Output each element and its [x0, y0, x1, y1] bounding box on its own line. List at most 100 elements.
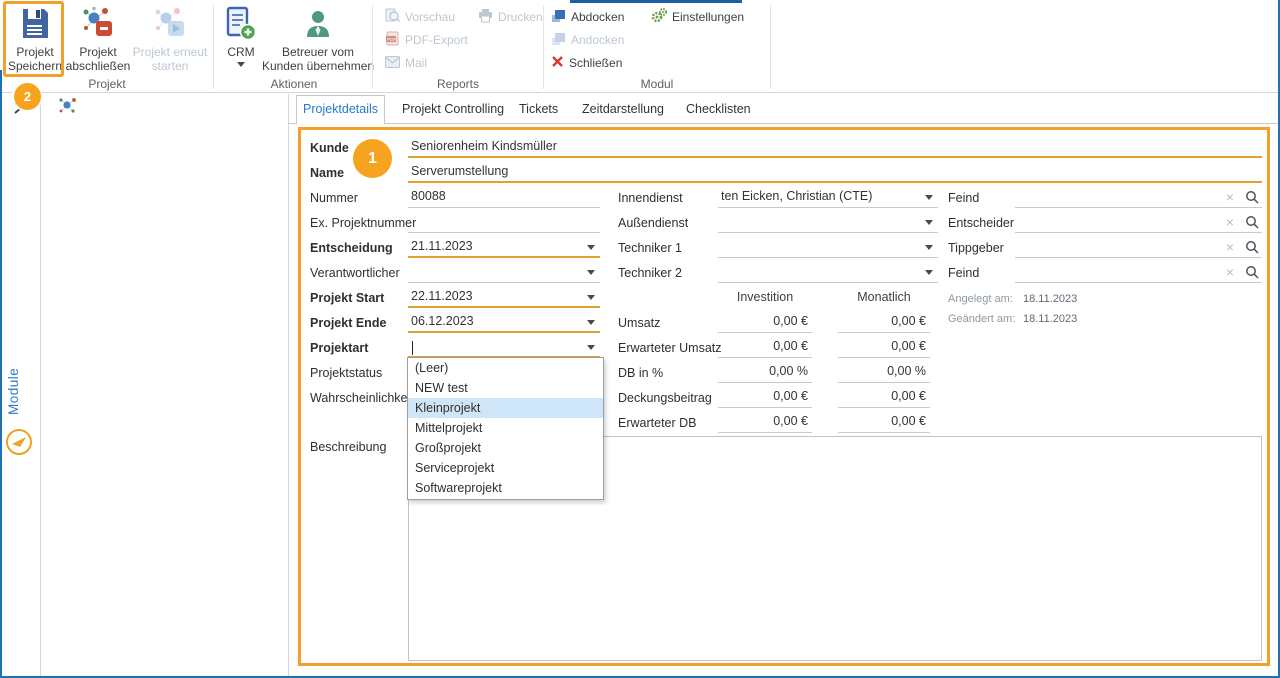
label-entscheider: Entscheider: [948, 213, 1014, 233]
schliessen-button[interactable]: Schließen: [551, 54, 622, 72]
dropdown-option-leer[interactable]: (Leer): [408, 358, 603, 378]
projektart-dropdown-list: (Leer) NEW test Kleinprojekt Mittelproje…: [407, 357, 604, 500]
techniker-2-field[interactable]: [718, 262, 938, 283]
tab-zeitdarstellung[interactable]: Zeitdarstellung: [576, 96, 670, 123]
chevron-down-icon[interactable]: [587, 270, 595, 275]
erwarteter-umsatz-monatlich-field[interactable]: 0,00 €: [838, 337, 930, 358]
name-field[interactable]: Serverumstellung: [408, 162, 1262, 183]
chevron-down-icon[interactable]: [925, 220, 933, 225]
entscheider-field[interactable]: ×: [1015, 212, 1262, 233]
group-label-aktionen: Aktionen: [220, 77, 368, 91]
drucken-button[interactable]: Drucken: [478, 8, 543, 26]
projekt-start-field[interactable]: 22.11.2023: [408, 287, 600, 308]
clear-icon[interactable]: ×: [1222, 238, 1238, 256]
erwarteter-db-investition-field[interactable]: 0,00 €: [718, 412, 812, 433]
window-border-left: [0, 70, 2, 678]
dropdown-option-serviceprojekt[interactable]: Serviceprojekt: [408, 458, 603, 478]
search-icon[interactable]: [1245, 265, 1259, 279]
dropdown-option-mittelprojekt[interactable]: Mittelprojekt: [408, 418, 603, 438]
dropdown-option-new-test[interactable]: NEW test: [408, 378, 603, 398]
search-icon[interactable]: [1245, 240, 1259, 254]
umsatz-monatlich-field[interactable]: 0,00 €: [838, 312, 930, 333]
chevron-down-icon[interactable]: [925, 195, 933, 200]
umsatz-investition-field[interactable]: 0,00 €: [718, 312, 812, 333]
tab-checklisten[interactable]: Checklisten: [680, 96, 757, 123]
feind-1-field[interactable]: ×: [1015, 187, 1262, 208]
verantwortlicher-field[interactable]: [408, 262, 600, 283]
erwarteter-db-monatlich-field[interactable]: 0,00 €: [838, 412, 930, 433]
preview-icon: [385, 8, 400, 26]
chevron-down-icon[interactable]: [925, 270, 933, 275]
clear-icon[interactable]: ×: [1222, 263, 1238, 281]
db-investition-field[interactable]: 0,00 %: [718, 362, 812, 383]
betreuer-uebernehmen-button[interactable]: Betreuer vom Kunden übernehmen: [266, 3, 370, 77]
label-wahrscheinlichkeit: Wahrscheinlichkeit: [310, 388, 414, 408]
search-icon[interactable]: [1245, 190, 1259, 204]
project-tree-node-icon[interactable]: [58, 96, 78, 116]
chevron-down-icon[interactable]: [925, 245, 933, 250]
deckungsbeitrag-investition-field[interactable]: 0,00 €: [718, 387, 812, 408]
tab-tickets[interactable]: Tickets: [513, 96, 564, 123]
vorschau-label: Vorschau: [405, 10, 455, 24]
mail-button[interactable]: Mail: [385, 54, 427, 72]
chevron-down-icon[interactable]: [587, 295, 595, 300]
crm-button[interactable]: CRM: [220, 3, 262, 77]
techniker-1-field[interactable]: [718, 237, 938, 258]
undock-icon: [551, 9, 566, 26]
aussendienst-field[interactable]: [718, 212, 938, 233]
chevron-down-icon[interactable]: [587, 320, 595, 325]
innendienst-field[interactable]: ten Eicken, Christian (CTE): [718, 187, 938, 208]
app-window: Projekt Speichern Projekt abschließen Pr…: [0, 0, 1280, 678]
save-button-label-line1: Projekt: [16, 45, 53, 59]
vorschau-button[interactable]: Vorschau: [385, 8, 455, 26]
entscheidung-field[interactable]: 21.11.2023: [408, 237, 600, 258]
dropdown-option-kleinprojekt[interactable]: Kleinprojekt: [408, 398, 603, 418]
pdf-export-label: PDF-Export: [405, 33, 468, 47]
tab-strip-border: [288, 123, 1278, 124]
projekt-ende-field[interactable]: 06.12.2023: [408, 312, 600, 333]
search-icon[interactable]: [1245, 215, 1259, 229]
label-projekt-ende: Projekt Ende: [310, 313, 386, 333]
module-dock-tab[interactable]: Module: [6, 356, 32, 426]
deckungsbeitrag-monatlich-field[interactable]: 0,00 €: [838, 387, 930, 408]
finish-project-button[interactable]: Projekt abschließen: [67, 3, 129, 77]
label-ex-projektnummer: Ex. Projektnummer: [310, 213, 416, 233]
erwarteter-umsatz-investition-field[interactable]: 0,00 €: [718, 337, 812, 358]
einstellungen-button[interactable]: Einstellungen: [651, 8, 744, 26]
feind-2-field[interactable]: ×: [1015, 262, 1262, 283]
pdf-export-button[interactable]: PDF PDF-Export: [385, 31, 468, 49]
dock-icon: [551, 32, 566, 49]
dropdown-option-softwareprojekt[interactable]: Softwareprojekt: [408, 478, 603, 498]
label-geaendert-am: Geändert am:: [948, 312, 1015, 326]
label-innendienst: Innendienst: [618, 188, 683, 208]
chevron-down-icon[interactable]: [587, 245, 595, 250]
label-projekt-start: Projekt Start: [310, 288, 384, 308]
tippgeber-field[interactable]: ×: [1015, 237, 1262, 258]
betreuer-button-label-line1: Betreuer vom: [282, 45, 354, 59]
andocken-button[interactable]: Andocken: [551, 31, 624, 49]
tab-projektdetails[interactable]: Projektdetails: [296, 95, 385, 124]
expand-chevron-icon[interactable]: [11, 101, 25, 115]
label-beschreibung: Beschreibung: [310, 437, 386, 457]
title-bar-accent: [570, 0, 742, 3]
chevron-down-icon[interactable]: [587, 345, 595, 350]
module-logo-icon[interactable]: [5, 428, 33, 456]
projektart-field[interactable]: [408, 337, 600, 358]
abdocken-button[interactable]: Abdocken: [551, 8, 624, 26]
kunde-field[interactable]: Seniorenheim Kindsmüller: [408, 137, 1262, 158]
label-tippgeber: Tippgeber: [948, 238, 1004, 258]
label-entscheidung: Entscheidung: [310, 238, 393, 258]
db-monatlich-field[interactable]: 0,00 %: [838, 362, 930, 383]
text-caret: [412, 341, 413, 355]
dropdown-option-grossprojekt[interactable]: Großprojekt: [408, 438, 603, 458]
ex-projektnummer-field[interactable]: [408, 212, 600, 233]
label-techniker-1: Techniker 1: [618, 238, 682, 258]
clear-icon[interactable]: ×: [1222, 188, 1238, 206]
clear-icon[interactable]: ×: [1222, 213, 1238, 231]
nummer-field[interactable]: 80088: [408, 187, 600, 208]
tab-projekt-controlling[interactable]: Projekt Controlling: [396, 96, 510, 123]
restart-button-label-line2: starten: [152, 59, 189, 73]
save-project-button[interactable]: Projekt Speichern: [6, 3, 64, 77]
label-techniker-2: Techniker 2: [618, 263, 682, 283]
restart-project-button[interactable]: Projekt erneut starten: [132, 3, 208, 77]
